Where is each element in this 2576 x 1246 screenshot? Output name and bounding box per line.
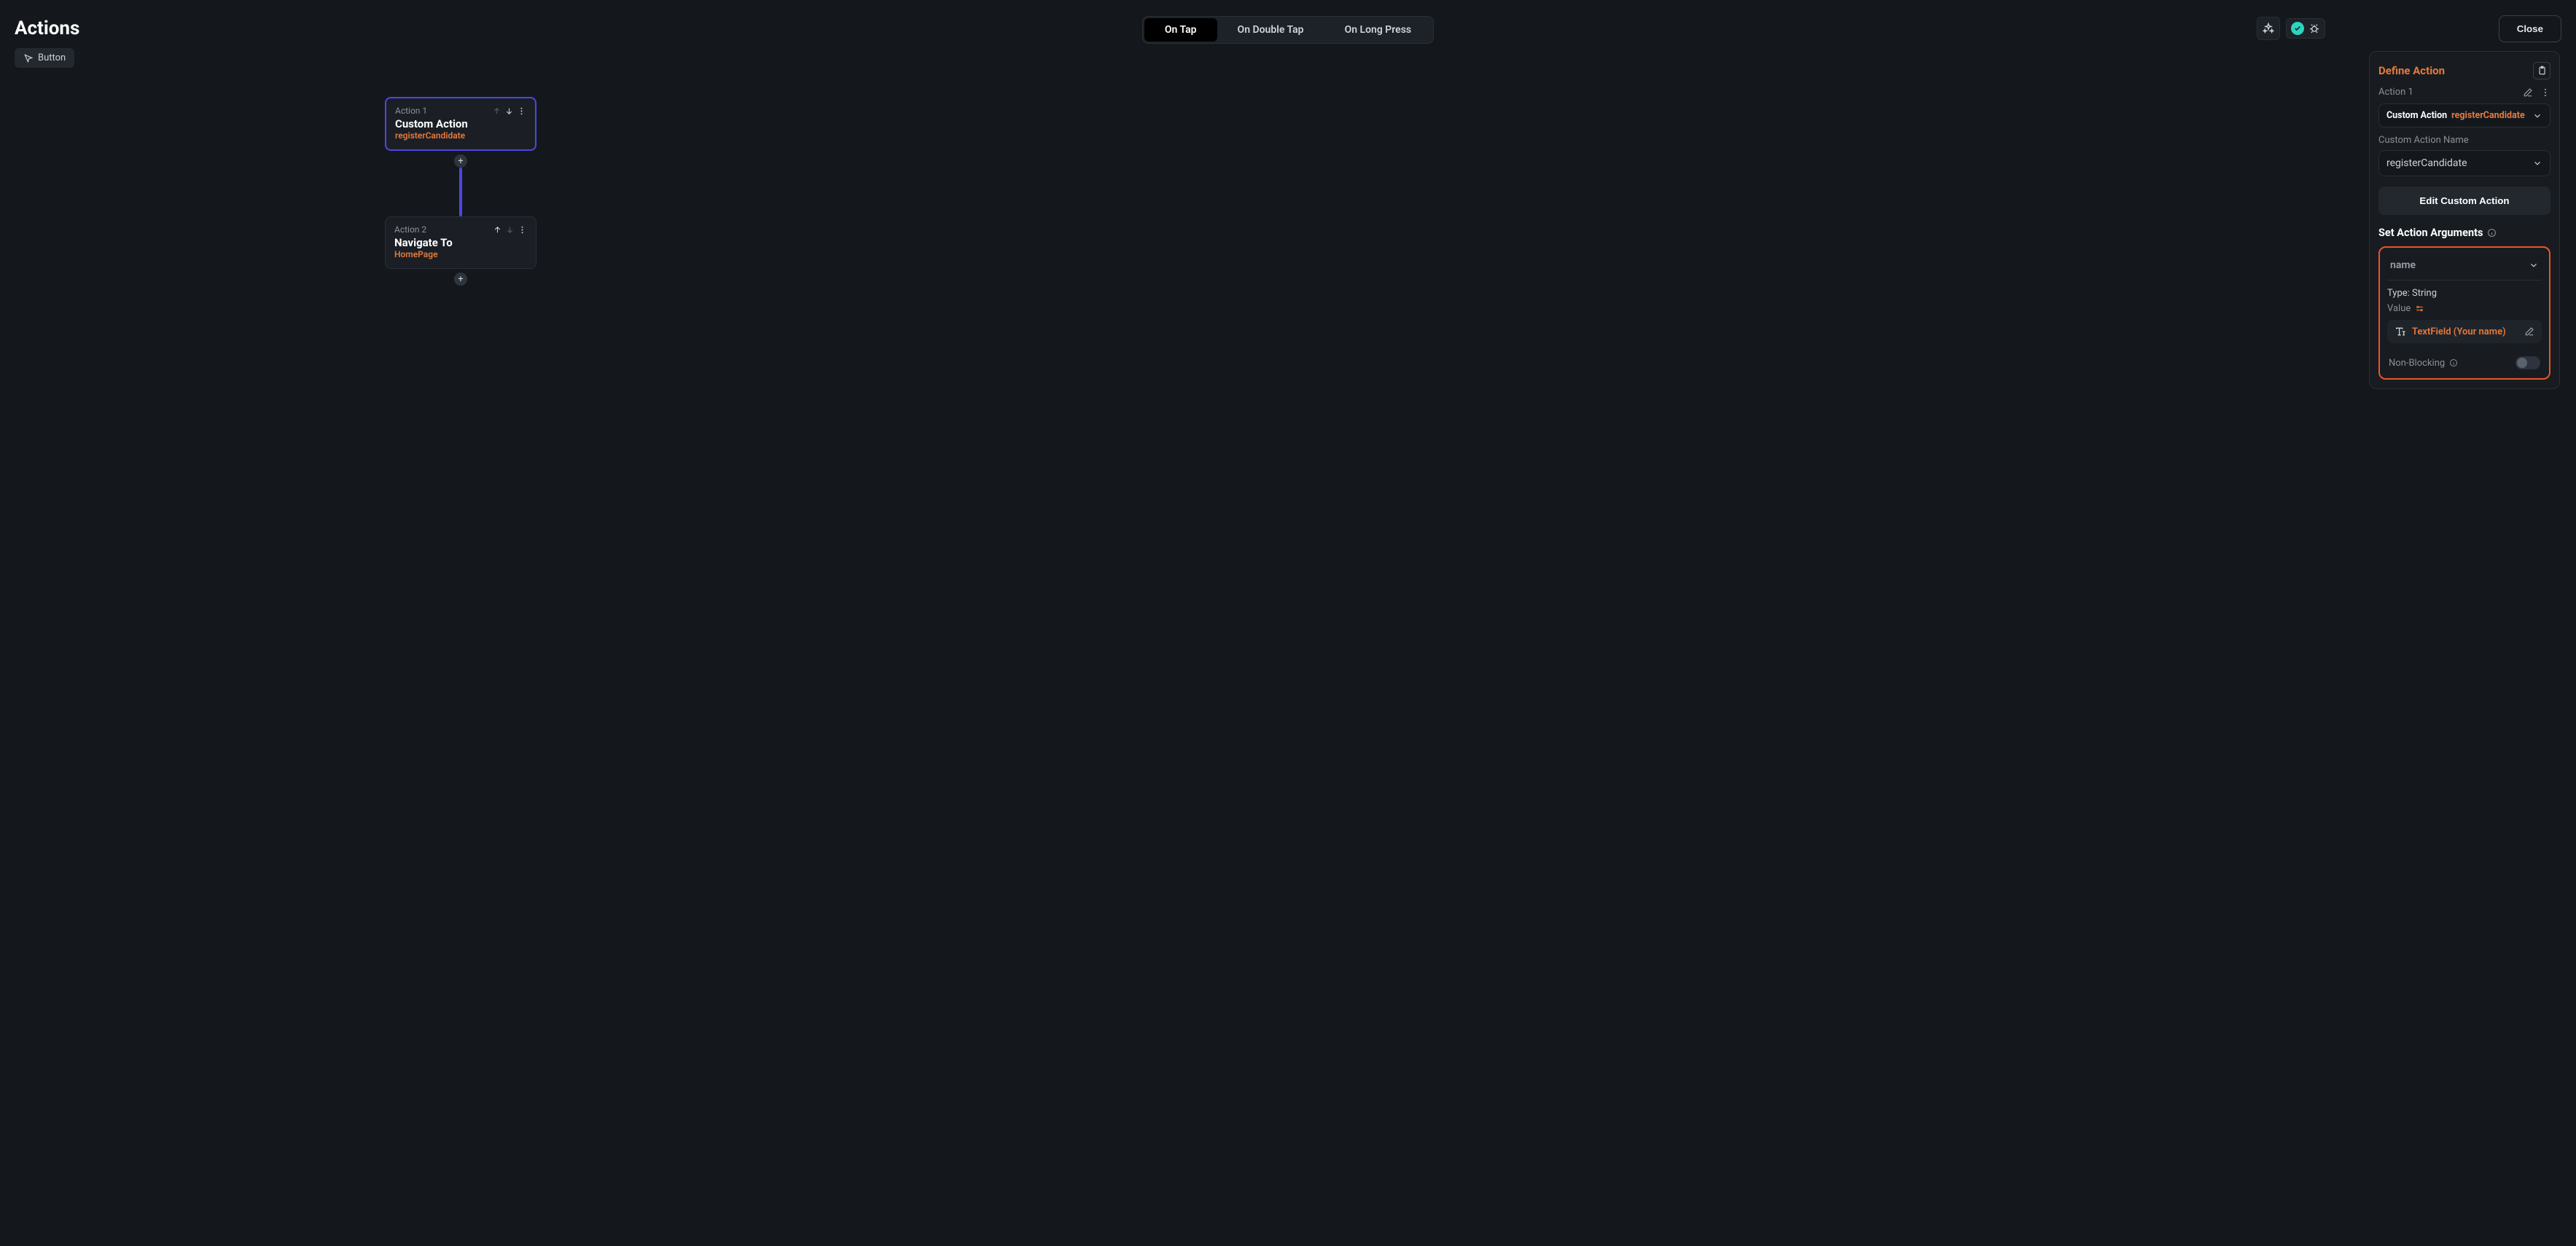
more-icon[interactable]	[2540, 87, 2550, 98]
chevron-down-icon	[2532, 158, 2542, 168]
custom-action-name-value: registerCandidate	[2386, 157, 2467, 169]
edit-custom-action-button[interactable]: Edit Custom Action	[2378, 187, 2550, 215]
move-up-icon[interactable]	[492, 106, 501, 116]
define-action-panel: Define Action Action 1 Custom Action reg…	[2369, 51, 2560, 389]
action-node-2[interactable]: Action 2 Navigate To HomePage	[385, 216, 536, 269]
action-type-select[interactable]: Custom Action registerCandidate	[2378, 103, 2550, 128]
text-icon	[2394, 326, 2406, 337]
connector	[459, 168, 462, 216]
more-icon[interactable]	[517, 106, 526, 116]
argument-value-text: TextField (Your name)	[2412, 326, 2506, 337]
non-blocking-label: Non-Blocking	[2389, 358, 2445, 369]
info-icon[interactable]	[2449, 358, 2458, 367]
non-blocking-toggle[interactable]	[2515, 356, 2540, 369]
add-action-below[interactable]: +	[454, 154, 467, 168]
args-section-title: Set Action Arguments	[2378, 227, 2483, 239]
node-title: Custom Action	[395, 117, 526, 130]
argument-name: name	[2390, 259, 2416, 271]
custom-action-name-label: Custom Action Name	[2378, 135, 2550, 146]
argument-header[interactable]: name	[2387, 255, 2542, 281]
settings-icon[interactable]	[2415, 304, 2424, 313]
node-subtitle: registerCandidate	[395, 130, 526, 141]
move-down-icon[interactable]	[505, 225, 515, 235]
action-index-label: Action 1	[2378, 87, 2413, 98]
argument-value-field[interactable]: TextField (Your name)	[2387, 320, 2542, 343]
action-node-1[interactable]: Action 1 Custom Action registerCandidate	[385, 97, 536, 151]
edit-icon[interactable]	[2524, 326, 2534, 337]
value-label: Value	[2387, 303, 2411, 314]
move-down-icon[interactable]	[504, 106, 514, 116]
node-number: Action 2	[394, 224, 426, 235]
paste-icon[interactable]	[2533, 62, 2550, 79]
info-icon[interactable]	[2487, 228, 2497, 238]
action-arguments-box: name Type: String Value TextField (Your …	[2378, 246, 2550, 380]
node-subtitle: HomePage	[394, 249, 527, 259]
argument-type: Type: String	[2387, 288, 2542, 299]
add-action-below[interactable]: +	[454, 273, 467, 286]
chevron-down-icon	[2529, 260, 2539, 270]
panel-title: Define Action	[2378, 64, 2445, 77]
custom-action-name-select[interactable]: registerCandidate	[2378, 150, 2550, 176]
action-type-label: Custom Action	[2386, 110, 2447, 121]
chevron-down-icon	[2532, 111, 2542, 121]
action-type-value: registerCandidate	[2451, 110, 2525, 121]
move-up-icon[interactable]	[493, 225, 502, 235]
node-title: Navigate To	[394, 236, 527, 249]
more-icon[interactable]	[518, 225, 527, 235]
node-number: Action 1	[395, 106, 427, 116]
edit-icon[interactable]	[2523, 87, 2533, 98]
